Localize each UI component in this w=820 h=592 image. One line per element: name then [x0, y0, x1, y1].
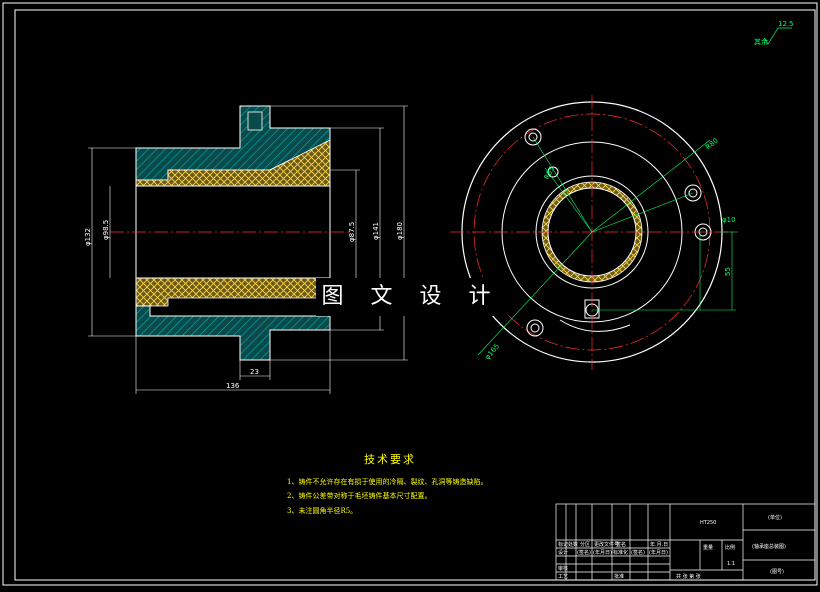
tb-r1-c2: 处数: [568, 542, 579, 548]
surface-finish-note: 其余: [754, 37, 768, 46]
tb-r1-c1: 标记: [558, 542, 569, 548]
tech-note-1: 1、铸件不允许存在有损于使用的冷隔、裂纹、孔洞等铸造缺陷。: [287, 478, 488, 486]
front-view: R80 R85 φ10 55 φ165: [450, 95, 738, 370]
section-view: φ132 φ98.5 φ87.5 φ141 φ180 136 23: [84, 105, 408, 394]
tb-r2-c3: (年月日): [593, 550, 612, 556]
tb-r3-c1: 审核: [558, 566, 569, 572]
dim-136: 136: [226, 382, 240, 390]
tech-note-2: 2、铸件公差带对称于毛坯铸件基本尺寸配置。: [287, 492, 432, 500]
tb-r4-c4: 批准: [614, 574, 625, 580]
dim-r80: R80: [704, 137, 720, 152]
tb-r2-c1: 设计: [558, 550, 569, 556]
dim-phi87-5: φ87.5: [348, 222, 356, 242]
dim-phi98-5: φ98.5: [102, 220, 110, 240]
tb-r2-c4: 标准化: [613, 550, 629, 556]
tb-r1-c6: 年.月.日: [650, 542, 669, 548]
surface-finish-value: 12.5: [778, 20, 794, 28]
dim-phi10: φ10: [722, 216, 736, 224]
tech-requirements-title: 技术要求: [364, 453, 416, 466]
dim-phi165: φ165: [483, 342, 501, 361]
drawing-number: (图号): [770, 569, 784, 575]
material-label: HT250: [700, 520, 717, 526]
tb-r2-c5: (签名): [631, 550, 645, 556]
part-name: (轴承座总装图): [752, 544, 786, 550]
weight-label: 重量: [703, 545, 714, 551]
tb-r2-c6: (年月日): [649, 550, 668, 556]
org-label: (单位): [768, 515, 782, 521]
dim-phi180: φ180: [396, 222, 404, 240]
dim-23: 23: [250, 368, 259, 376]
dim-55: 55: [724, 267, 732, 276]
watermark-text: 图 文 设 计: [316, 278, 506, 316]
tb-r1-c3: 分区: [580, 542, 591, 548]
surface-finish-icon: [763, 27, 792, 45]
dim-phi132: φ132: [84, 228, 92, 246]
scale-value: 1:1: [727, 561, 736, 567]
tb-r1-c5: 签名: [616, 542, 627, 548]
tb-r4-c1: 工艺: [558, 574, 569, 580]
dim-phi141: φ141: [372, 222, 380, 240]
tech-note-3: 3、未注圆角半径R5。: [287, 507, 358, 515]
sheet-info: 共 张 第 张: [676, 574, 701, 580]
tb-r2-c2: (签名): [577, 550, 591, 556]
scale-label: 比例: [725, 545, 736, 551]
